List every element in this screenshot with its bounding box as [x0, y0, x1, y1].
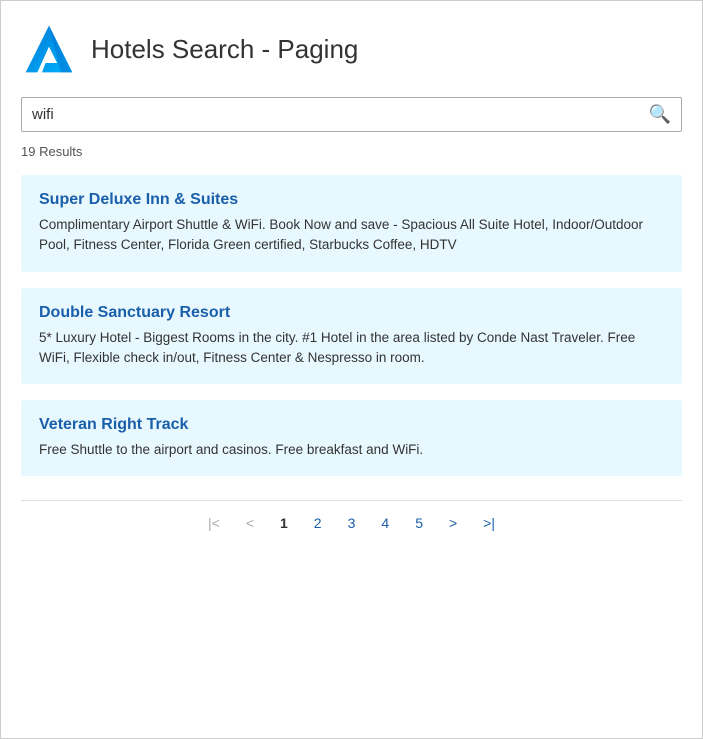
results-count: 19 Results	[21, 144, 682, 159]
result-card-0: Super Deluxe Inn & Suites Complimentary …	[21, 175, 682, 272]
result-title-0[interactable]: Super Deluxe Inn & Suites	[39, 191, 664, 209]
page-title: Hotels Search - Paging	[91, 34, 358, 65]
result-title-1[interactable]: Double Sanctuary Resort	[39, 304, 664, 322]
result-description-2: Free Shuttle to the airport and casinos.…	[39, 440, 664, 460]
result-description-1: 5* Luxury Hotel - Biggest Rooms in the c…	[39, 328, 664, 369]
pagination-page-2[interactable]: 2	[306, 511, 330, 535]
pagination-next[interactable]: >	[441, 511, 465, 535]
azure-logo	[21, 21, 77, 77]
pagination-last[interactable]: >|	[475, 511, 503, 535]
result-description-0: Complimentary Airport Shuttle & WiFi. Bo…	[39, 215, 664, 256]
pagination-page-5[interactable]: 5	[407, 511, 431, 535]
pagination-page-3[interactable]: 3	[340, 511, 364, 535]
search-icon[interactable]: 🔍	[649, 104, 671, 125]
pagination-page-4[interactable]: 4	[373, 511, 397, 535]
pagination-page-1[interactable]: 1	[272, 511, 296, 535]
pagination-first[interactable]: |<	[200, 511, 228, 535]
result-title-2[interactable]: Veteran Right Track	[39, 416, 664, 434]
search-bar: 🔍	[21, 97, 682, 132]
result-card-1: Double Sanctuary Resort 5* Luxury Hotel …	[21, 288, 682, 385]
result-card-2: Veteran Right Track Free Shuttle to the …	[21, 400, 682, 476]
results-list: Super Deluxe Inn & Suites Complimentary …	[21, 175, 682, 476]
pagination: |< < 1 2 3 4 5 > >|	[21, 500, 682, 535]
header: Hotels Search - Paging	[21, 21, 682, 77]
search-input[interactable]	[32, 106, 649, 123]
pagination-prev[interactable]: <	[238, 511, 262, 535]
